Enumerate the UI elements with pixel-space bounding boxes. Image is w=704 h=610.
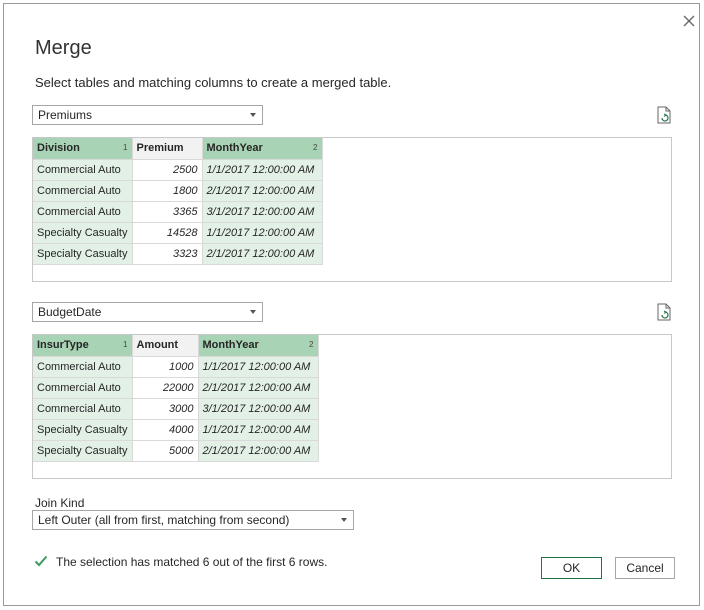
cell-monthyear: 2/1/2017 12:00:00 AM xyxy=(202,180,323,202)
cell-monthyear: 1/1/2017 12:00:00 AM xyxy=(198,419,319,441)
cell-insurtype: Commercial Auto xyxy=(33,377,133,399)
table-row: Specialty Casualty 3323 2/1/2017 12:00:0… xyxy=(33,243,323,265)
match-status-text: The selection has matched 6 out of the f… xyxy=(56,555,328,569)
first-table-grid: Division 1 Premium MonthYear 2 Commercia… xyxy=(33,138,323,265)
table-row: Commercial Auto 22000 2/1/2017 12:00:00 … xyxy=(33,377,319,399)
second-table-grid: InsurType 1 Amount MonthYear 2 Commercia… xyxy=(33,335,319,462)
checkmark-icon xyxy=(34,555,48,567)
table-row: Specialty Casualty 14528 1/1/2017 12:00:… xyxy=(33,222,323,244)
column-order-badge: 1 xyxy=(123,143,128,152)
cell-monthyear: 1/1/2017 12:00:00 AM xyxy=(202,222,323,244)
second-table-select[interactable]: BudgetDate xyxy=(32,302,263,322)
second-table-select-value: BudgetDate xyxy=(38,305,102,319)
cell-premium: 3365 xyxy=(132,201,203,223)
cell-insurtype: Specialty Casualty xyxy=(33,419,133,441)
chevron-down-icon xyxy=(250,113,256,117)
cell-insurtype: Specialty Casualty xyxy=(33,440,133,462)
table-row: Specialty Casualty 5000 2/1/2017 12:00:0… xyxy=(33,440,319,462)
join-kind-select[interactable]: Left Outer (all from first, matching fro… xyxy=(32,510,354,530)
cell-monthyear: 1/1/2017 12:00:00 AM xyxy=(198,356,319,378)
chevron-down-icon xyxy=(250,310,256,314)
cell-insurtype: Commercial Auto xyxy=(33,356,133,378)
refresh-document-icon[interactable] xyxy=(656,106,672,124)
cell-amount: 3000 xyxy=(132,398,199,420)
cell-monthyear: 2/1/2017 12:00:00 AM xyxy=(198,377,319,399)
column-order-badge: 2 xyxy=(309,340,314,349)
cell-division: Commercial Auto xyxy=(33,180,133,202)
first-table-select[interactable]: Premiums xyxy=(32,105,263,125)
ok-button[interactable]: OK xyxy=(541,557,602,579)
cell-amount: 4000 xyxy=(132,419,199,441)
cell-division: Commercial Auto xyxy=(33,201,133,223)
table-row: Specialty Casualty 4000 1/1/2017 12:00:0… xyxy=(33,419,319,441)
column-header-insurtype[interactable]: InsurType 1 xyxy=(33,335,133,357)
close-icon[interactable] xyxy=(681,13,697,29)
cell-amount: 22000 xyxy=(132,377,199,399)
cell-premium: 2500 xyxy=(132,159,203,181)
cell-amount: 5000 xyxy=(132,440,199,462)
second-table-preview: InsurType 1 Amount MonthYear 2 Commercia… xyxy=(32,334,672,479)
table-row: Commercial Auto 3000 3/1/2017 12:00:00 A… xyxy=(33,398,319,420)
cell-monthyear: 3/1/2017 12:00:00 AM xyxy=(198,398,319,420)
cell-monthyear: 3/1/2017 12:00:00 AM xyxy=(202,201,323,223)
table-row: Commercial Auto 1800 2/1/2017 12:00:00 A… xyxy=(33,180,323,202)
cell-monthyear: 1/1/2017 12:00:00 AM xyxy=(202,159,323,181)
column-order-badge: 2 xyxy=(313,143,318,152)
chevron-down-icon xyxy=(341,518,347,522)
merge-dialog: Merge Select tables and matching columns… xyxy=(3,3,700,606)
column-header-premium[interactable]: Premium xyxy=(132,138,203,160)
first-table-select-value: Premiums xyxy=(38,108,93,122)
column-order-badge: 1 xyxy=(123,340,128,349)
cell-division: Specialty Casualty xyxy=(33,222,133,244)
column-header-monthyear[interactable]: MonthYear 2 xyxy=(198,335,319,357)
cell-premium: 14528 xyxy=(132,222,203,244)
cell-monthyear: 2/1/2017 12:00:00 AM xyxy=(202,243,323,265)
table-row: Commercial Auto 2500 1/1/2017 12:00:00 A… xyxy=(33,159,323,181)
join-kind-select-value: Left Outer (all from first, matching fro… xyxy=(38,513,290,527)
first-table-preview: Division 1 Premium MonthYear 2 Commercia… xyxy=(32,137,672,282)
cell-premium: 1800 xyxy=(132,180,203,202)
refresh-document-icon[interactable] xyxy=(656,303,672,321)
cell-insurtype: Commercial Auto xyxy=(33,398,133,420)
cell-division: Commercial Auto xyxy=(33,159,133,181)
cell-division: Specialty Casualty xyxy=(33,243,133,265)
cell-amount: 1000 xyxy=(132,356,199,378)
column-header-monthyear[interactable]: MonthYear 2 xyxy=(202,138,323,160)
column-header-amount[interactable]: Amount xyxy=(132,335,199,357)
cell-premium: 3323 xyxy=(132,243,203,265)
table-row: Commercial Auto 3365 3/1/2017 12:00:00 A… xyxy=(33,201,323,223)
cell-monthyear: 2/1/2017 12:00:00 AM xyxy=(198,440,319,462)
cancel-button[interactable]: Cancel xyxy=(615,557,675,579)
column-header-division[interactable]: Division 1 xyxy=(33,138,133,160)
dialog-title: Merge xyxy=(35,37,92,59)
table-row: Commercial Auto 1000 1/1/2017 12:00:00 A… xyxy=(33,356,319,378)
join-kind-label: Join Kind xyxy=(35,496,85,510)
dialog-subtitle: Select tables and matching columns to cr… xyxy=(35,75,392,90)
